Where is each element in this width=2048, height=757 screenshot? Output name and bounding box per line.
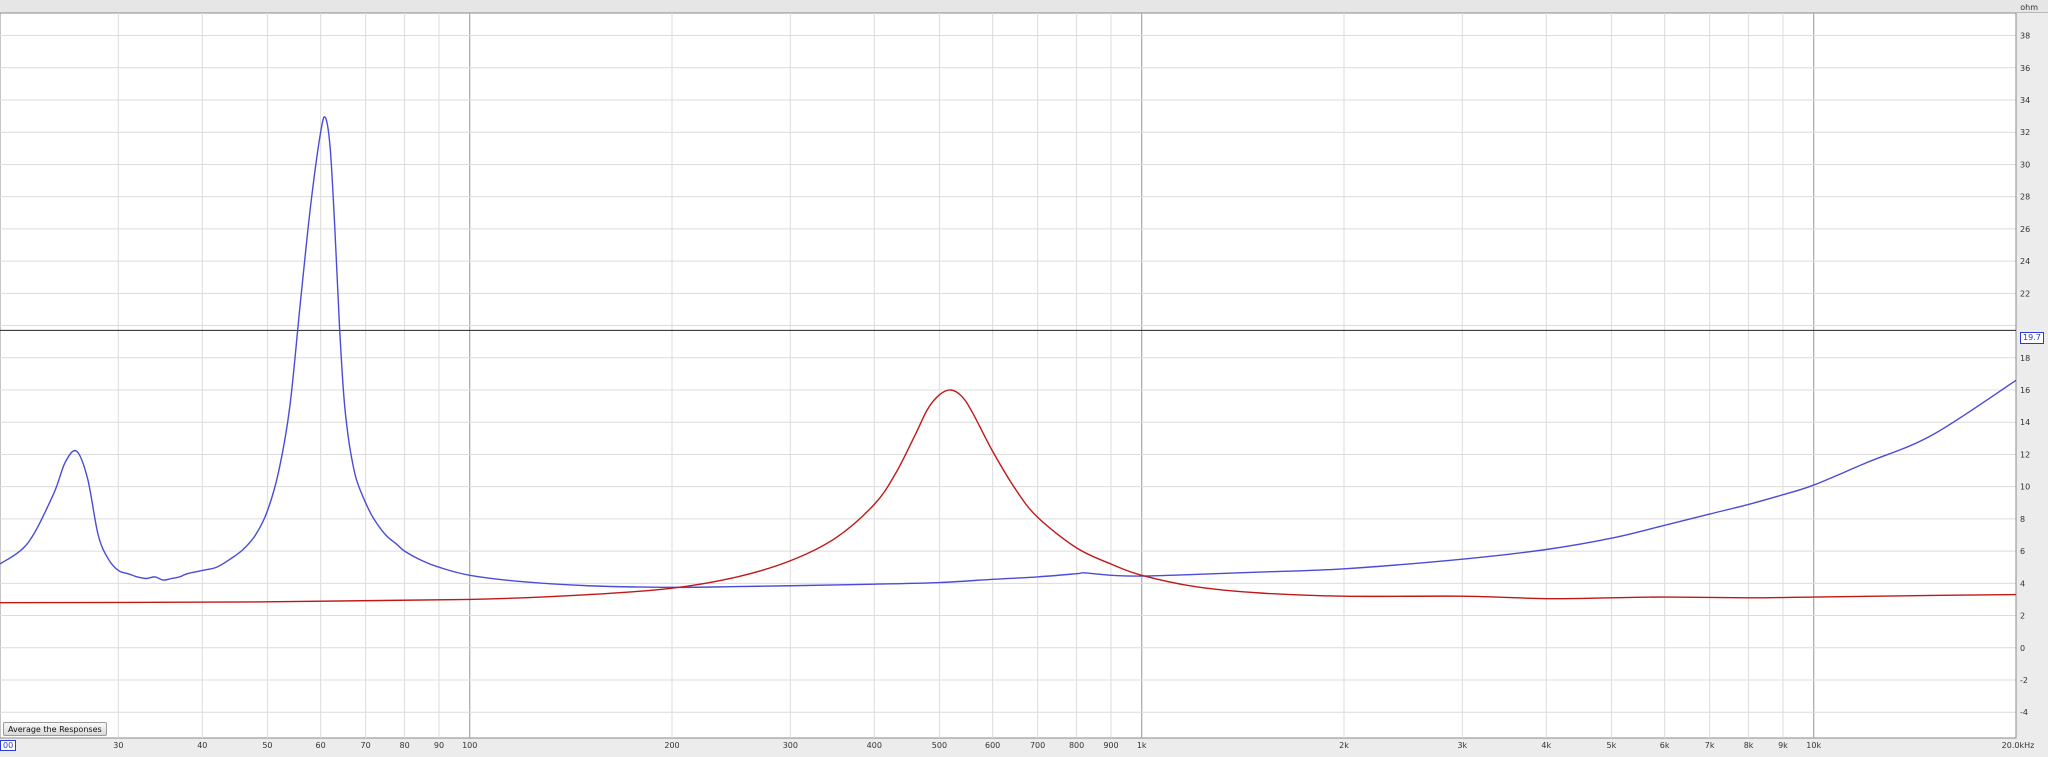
plot-area <box>0 12 2017 739</box>
x-tick-label: 7k <box>1705 741 1715 750</box>
y-tick-label: -2 <box>2020 676 2028 685</box>
x-tick-label: 5k <box>1607 741 1617 750</box>
y-tick-label: 26 <box>2020 225 2030 234</box>
y-tick-label: 22 <box>2020 289 2030 298</box>
x-tick-label: 40 <box>197 741 207 750</box>
average-responses-button[interactable]: Average the Responses <box>3 722 107 736</box>
x-tick-label: 50 <box>262 741 272 750</box>
y-tick-label: 32 <box>2020 128 2030 137</box>
cursor-x-readout: 00 <box>0 740 17 751</box>
y-tick-label: 6 <box>2020 547 2025 556</box>
x-tick-label: 300 <box>783 741 798 750</box>
y-tick-label: 38 <box>2020 32 2030 41</box>
y-tick-label: 8 <box>2020 515 2025 524</box>
y-unit-label: ohm <box>2020 3 2038 12</box>
x-tick-label: 600 <box>985 741 1000 750</box>
y-tick-label: 12 <box>2020 450 2030 459</box>
y-tick-label: 10 <box>2020 483 2030 492</box>
x-tick-label: 20.0kHz <box>2002 741 2035 750</box>
x-tick-label: 200 <box>664 741 679 750</box>
y-tick-label: 16 <box>2020 386 2030 395</box>
x-tick-label: 800 <box>1069 741 1084 750</box>
y-tick-label: 14 <box>2020 418 2030 427</box>
x-tick-label: 90 <box>434 741 444 750</box>
x-tick-label: 500 <box>932 741 947 750</box>
app-window: ohm 38 36 34 32 30 28 26 24 22 18 16 14 12 10 8 6 4 2 0 -2 -… <box>0 0 2048 753</box>
cursor-y-readout: 19.7 <box>2020 332 2044 344</box>
x-tick-label: 700 <box>1030 741 1045 750</box>
x-tick-label: 60 <box>316 741 326 750</box>
x-tick-label: 100 <box>462 741 477 750</box>
y-tick-label: 36 <box>2020 64 2030 73</box>
y-tick-label: 34 <box>2020 96 2030 105</box>
x-tick-label: 3k <box>1457 741 1467 750</box>
x-tick-label: 70 <box>361 741 371 750</box>
x-tick-label: 8k <box>1744 741 1754 750</box>
y-tick-label: -4 <box>2020 708 2028 717</box>
y-tick-label: 2 <box>2020 612 2025 621</box>
x-tick-label: 400 <box>867 741 882 750</box>
y-tick-label: 30 <box>2020 160 2030 169</box>
x-tick-label: 80 <box>399 741 409 750</box>
y-tick-label: 28 <box>2020 193 2030 202</box>
x-tick-label: 10k <box>1806 741 1821 750</box>
y-tick-label: 0 <box>2020 644 2025 653</box>
y-tick-label: 18 <box>2020 354 2030 363</box>
top-strip <box>0 0 2048 12</box>
impedance-chart[interactable]: 38 36 34 32 30 28 26 24 22 18 16 14 12 10 8 6 4 2 0 -2 -4 30 4… <box>0 0 2048 753</box>
x-tick-label: 1k <box>1137 741 1147 750</box>
x-tick-label: 900 <box>1103 741 1118 750</box>
x-tick-label: 4k <box>1541 741 1551 750</box>
x-tick-label: 2k <box>1339 741 1349 750</box>
x-tick-label: 9k <box>1778 741 1788 750</box>
x-tick-label: 30 <box>113 741 123 750</box>
x-tick-label: 6k <box>1660 741 1670 750</box>
y-tick-label: 4 <box>2020 579 2025 588</box>
y-tick-label: 24 <box>2020 257 2030 266</box>
